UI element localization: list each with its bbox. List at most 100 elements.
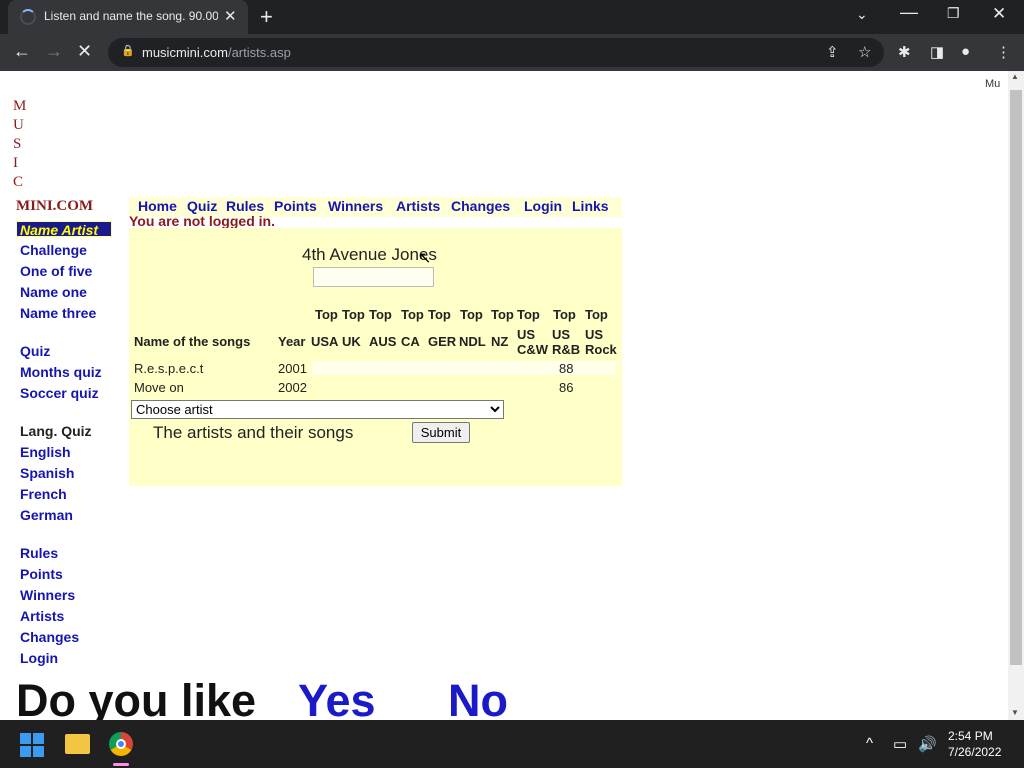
- logo-domain[interactable]: MINI.COM: [16, 198, 93, 215]
- nav-changes[interactable]: Changes: [451, 198, 510, 214]
- nav-home[interactable]: Home: [138, 198, 177, 214]
- promo-yes-link[interactable]: Yes: [298, 675, 376, 720]
- song-us-rb: 88: [559, 361, 574, 376]
- sidebar-item-artists[interactable]: Artists: [16, 606, 112, 627]
- volume-icon[interactable]: 🔊: [918, 735, 937, 753]
- col-usa: USA: [311, 334, 339, 349]
- logo-letter: C: [13, 174, 24, 190]
- col-top-label: Top: [369, 307, 392, 322]
- logo-letter: U: [13, 117, 24, 133]
- back-icon[interactable]: ←: [13, 41, 31, 62]
- col-us-cw: US C&W: [517, 327, 548, 357]
- song-year: 2002: [278, 380, 307, 395]
- forward-icon[interactable]: →: [45, 41, 63, 62]
- col-us-rb-line: R&B: [552, 342, 581, 357]
- nav-quiz[interactable]: Quiz: [187, 198, 217, 214]
- nav-rules[interactable]: Rules: [226, 198, 264, 214]
- col-us-rock: US Rock: [585, 327, 617, 357]
- song-name: Move on: [134, 380, 184, 395]
- col-top-label: Top: [342, 307, 365, 322]
- sidepanel-icon[interactable]: ◨: [930, 43, 944, 61]
- col-nz: NZ: [491, 334, 509, 349]
- col-aus: AUS: [369, 334, 397, 349]
- plus-icon[interactable]: +: [260, 4, 273, 30]
- logo-letter: S: [13, 136, 22, 152]
- sidebar-item-english[interactable]: English: [16, 442, 112, 463]
- logo-letter: M: [13, 98, 27, 114]
- col-ca: CA: [401, 334, 420, 349]
- sidebar-item-rules[interactable]: Rules: [16, 543, 112, 564]
- scroll-up-icon[interactable]: ▲: [1011, 72, 1019, 81]
- sidebar-item-changes[interactable]: Changes: [16, 627, 112, 648]
- sidebar-item-name-three[interactable]: Name three: [16, 303, 112, 324]
- tab-title[interactable]: Listen and name the song. 90.000: [44, 9, 218, 23]
- chrome-icon-center: [116, 739, 126, 749]
- star-icon[interactable]: ☆: [858, 43, 871, 61]
- sidebar-item-months-quiz[interactable]: Months quiz: [16, 362, 112, 383]
- mouse-cursor-icon: ↖: [418, 250, 432, 267]
- artist-select[interactable]: Choose artist: [131, 400, 504, 419]
- menu-icon[interactable]: ⋮: [996, 43, 1011, 61]
- col-songs: Name of the songs: [134, 334, 251, 349]
- clock-time[interactable]: 2:54 PM: [948, 729, 993, 743]
- sidebar-item-winners[interactable]: Winners: [16, 585, 112, 606]
- chevron-down-icon[interactable]: ⌄: [856, 6, 868, 23]
- col-us-cw-line: C&W: [517, 342, 549, 357]
- close-icon[interactable]: ✕: [224, 7, 237, 25]
- sidebar-item-german[interactable]: German: [16, 505, 112, 526]
- col-top-label: Top: [517, 307, 540, 322]
- nav-login[interactable]: Login: [524, 198, 562, 214]
- minimize-icon[interactable]: —: [900, 2, 918, 23]
- sidebar-item-name-one[interactable]: Name one: [16, 282, 112, 303]
- clock-date[interactable]: 7/26/2022: [948, 745, 1001, 759]
- logo-music[interactable]: M U S I C: [13, 97, 29, 192]
- nav-links[interactable]: Links: [572, 198, 609, 214]
- col-us-rb: US R&B: [552, 327, 580, 357]
- logo-letter: I: [13, 155, 18, 171]
- promo-no-link[interactable]: No: [448, 675, 508, 720]
- chevron-up-icon[interactable]: ^: [866, 735, 873, 752]
- scroll-down-icon[interactable]: ▼: [1011, 708, 1019, 717]
- promo-question: Do you like: [16, 675, 257, 720]
- sidebar-item-one-of-five[interactable]: One of five: [16, 261, 112, 282]
- col-us-rb-line: US: [552, 327, 571, 342]
- col-us-cw-line: US: [517, 327, 536, 342]
- col-top-label: Top: [460, 307, 483, 322]
- sidebar-heading-lang-quiz: Lang. Quiz: [20, 423, 92, 439]
- sidebar-item-challenge[interactable]: Challenge: [16, 240, 112, 261]
- extensions-icon[interactable]: ✱: [898, 43, 911, 61]
- restore-icon[interactable]: ❐: [947, 5, 960, 22]
- col-top-label: Top: [491, 307, 514, 322]
- url-text[interactable]: musicmini.com/artists.asp: [142, 45, 291, 60]
- lock-icon[interactable]: 🔒: [121, 44, 135, 57]
- stop-icon[interactable]: ✕: [77, 41, 92, 62]
- col-ger: GER: [428, 334, 457, 349]
- artists-songs-link[interactable]: The artists and their songs: [153, 423, 353, 443]
- song-name: R.e.s.p.e.c.t: [134, 361, 204, 376]
- sidebar-item-name-artist[interactable]: Name Artist: [16, 221, 112, 238]
- nav-points[interactable]: Points: [274, 198, 317, 214]
- nav-winners[interactable]: Winners: [328, 198, 383, 214]
- sidebar-item-french[interactable]: French: [16, 484, 112, 505]
- window-close-icon[interactable]: ✕: [992, 4, 1006, 24]
- nav-artists[interactable]: Artists: [396, 198, 440, 214]
- sidebar-item-quiz[interactable]: Quiz: [16, 341, 112, 362]
- sidebar-item-soccer-quiz[interactable]: Soccer quiz: [16, 383, 112, 404]
- sidebar-item-login[interactable]: Login: [16, 648, 112, 669]
- artist-image: [313, 267, 434, 287]
- network-icon[interactable]: ▭: [893, 735, 907, 753]
- scrollbar-thumb[interactable]: [1010, 90, 1022, 665]
- song-us-rb: 86: [559, 380, 574, 395]
- col-top-label: Top: [401, 307, 424, 322]
- col-top-label: Top: [585, 307, 608, 322]
- corner-text: Mu: [985, 78, 1001, 90]
- profile-icon[interactable]: ●: [961, 43, 970, 60]
- share-icon[interactable]: ⇪: [826, 43, 839, 61]
- sidebar-item-spanish[interactable]: Spanish: [16, 463, 112, 484]
- col-top-label: Top: [428, 307, 451, 322]
- web-page: M U S I C MINI.COM Mu Name Artist Challe…: [0, 71, 1008, 720]
- sidebar-item-points[interactable]: Points: [16, 564, 112, 585]
- submit-button[interactable]: Submit: [412, 422, 470, 443]
- windows-start-icon[interactable]: [20, 733, 44, 757]
- file-explorer-icon[interactable]: [65, 734, 90, 754]
